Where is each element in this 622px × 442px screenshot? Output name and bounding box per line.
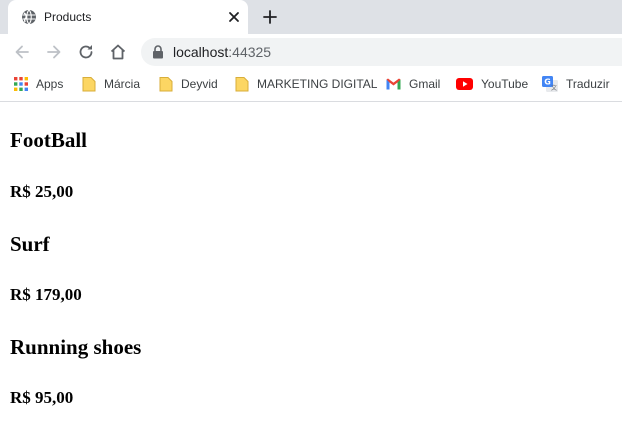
bookmark-deyvid[interactable]: Deyvid xyxy=(159,76,218,92)
home-icon[interactable] xyxy=(108,42,128,62)
product-name: FootBall xyxy=(10,128,87,152)
bookmark-youtube[interactable]: YouTube xyxy=(456,76,528,92)
tab-strip: Products xyxy=(0,0,622,34)
bookmark-traduzir[interactable]: G 文 Traduzir xyxy=(542,76,610,92)
gmail-icon xyxy=(386,78,401,90)
tab-title: Products xyxy=(44,10,92,24)
reload-icon[interactable] xyxy=(76,42,96,62)
url-port: :44325 xyxy=(228,44,272,60)
bookmark-label: Deyvid xyxy=(181,77,218,91)
bookmark-label: YouTube xyxy=(481,77,529,91)
lock-icon[interactable] xyxy=(152,45,164,59)
bookmark-label: Gmail xyxy=(409,77,441,91)
url-text[interactable]: localhost:44325 xyxy=(173,44,271,60)
bookmark-marcia[interactable]: Márcia xyxy=(82,76,140,92)
address-bar[interactable]: localhost:44325 xyxy=(141,38,622,66)
folder-icon xyxy=(159,77,173,92)
svg-text:文: 文 xyxy=(551,84,557,92)
apps-grid-icon xyxy=(14,77,28,91)
product-name: Running shoes xyxy=(10,335,142,359)
page-content: FootBall R$ 25,00 Surf R$ 179,00 Running… xyxy=(0,102,622,442)
svg-text:G: G xyxy=(544,78,551,87)
folder-icon xyxy=(235,77,249,92)
forward-arrow-icon[interactable] xyxy=(44,42,64,62)
bookmark-label: Apps xyxy=(36,77,64,91)
bookmark-marketing-digital[interactable]: MARKETING DIGITAL xyxy=(235,76,377,92)
plus-icon[interactable] xyxy=(261,8,279,26)
back-arrow-icon[interactable] xyxy=(12,42,32,62)
bookmarks-bar: Apps Márcia Deyvid MARKETING DIGITAL Gma… xyxy=(0,70,622,102)
product-price: R$ 95,00 xyxy=(10,388,74,407)
bookmark-gmail[interactable]: Gmail xyxy=(386,76,440,92)
close-icon[interactable] xyxy=(226,9,242,25)
bookmark-label: Márcia xyxy=(104,77,141,91)
browser-toolbar: localhost:44325 xyxy=(0,34,622,70)
folder-icon xyxy=(82,77,96,92)
tab-products[interactable]: Products xyxy=(8,0,248,34)
google-translate-icon: G 文 xyxy=(542,76,558,92)
product-price: R$ 179,00 xyxy=(10,285,82,304)
bookmark-label: MARKETING DIGITAL xyxy=(257,77,378,91)
bookmark-label: Traduzir xyxy=(566,77,610,91)
bookmark-apps[interactable]: Apps xyxy=(14,76,63,92)
url-host: localhost xyxy=(173,44,229,60)
globe-icon xyxy=(22,9,36,25)
product-price: R$ 25,00 xyxy=(10,182,74,201)
product-name: Surf xyxy=(10,232,50,256)
youtube-icon xyxy=(456,78,473,90)
